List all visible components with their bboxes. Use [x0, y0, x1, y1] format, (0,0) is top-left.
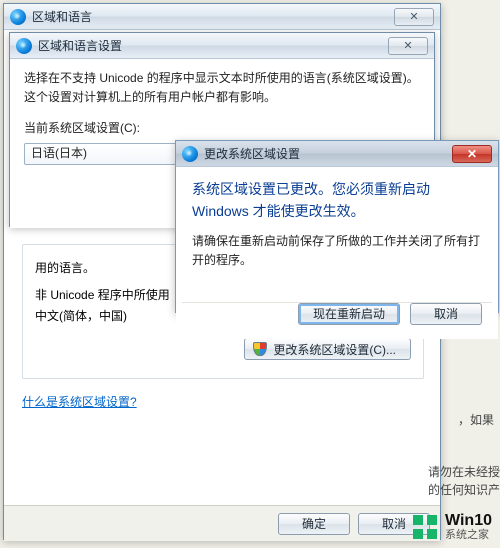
windows-tiles-icon — [413, 515, 437, 539]
globe-icon — [16, 38, 32, 54]
titlebar-settings[interactable]: 区域和语言设置 ✕ — [10, 33, 434, 59]
dialog-body-text: 请确保在重新启动前保存了所做的工作并关闭了所有打开的程序。 — [192, 232, 482, 269]
dialog-headline: 系统区域设置已更改。您必须重新启动 Windows 才能使更改生效。 — [192, 179, 482, 222]
change-system-locale-button[interactable]: 更改系统区域设置(C)... — [244, 338, 411, 360]
help-link-system-locale[interactable]: 什么是系统区域设置? — [22, 395, 137, 409]
globe-icon — [10, 9, 26, 25]
globe-icon — [182, 146, 198, 162]
titlebar-region-language[interactable]: 区域和语言 ✕ — [4, 4, 440, 30]
brand-name: Win10 — [445, 513, 492, 529]
background-text: ，如果 — [458, 411, 494, 428]
brand-sub: 系统之家 — [445, 529, 492, 542]
dialog-title: 更改系统区域设置 — [204, 145, 442, 162]
settings-title: 区域和语言设置 — [38, 37, 378, 54]
uac-shield-icon — [253, 342, 267, 356]
current-locale-label: 当前系统区域设置(C): — [24, 119, 420, 138]
dialog-client: 系统区域设置已更改。您必须重新启动 Windows 才能使更改生效。 请确保在重… — [176, 167, 498, 339]
ok-button[interactable]: 确定 — [278, 513, 350, 535]
watermark: Win10 系统之家 — [413, 513, 492, 542]
dialog-button-row: 现在重新启动 取消 — [176, 303, 498, 339]
close-button[interactable]: ✕ — [452, 145, 492, 163]
dialog-cancel-button[interactable]: 取消 — [410, 303, 482, 325]
close-button[interactable]: ✕ — [388, 37, 428, 55]
settings-description: 选择在不支持 Unicode 的程序中显示文本时所使用的语言(系统区域设置)。这… — [24, 69, 420, 107]
background-text: 请勿在未经授 — [428, 463, 500, 480]
change-system-locale-label: 更改系统区域设置(C)... — [273, 341, 396, 358]
dialog-change-locale: 更改系统区域设置 ✕ 系统区域设置已更改。您必须重新启动 Windows 才能使… — [175, 140, 499, 313]
titlebar-dialog[interactable]: 更改系统区域设置 ✕ — [176, 141, 498, 167]
non-unicode-label: 非 Unicode 程序中所使用 — [35, 288, 170, 302]
close-button[interactable]: ✕ — [394, 8, 434, 26]
background-text: 的任何知识产 — [428, 481, 500, 498]
restart-now-button[interactable]: 现在重新启动 — [298, 303, 400, 325]
window-title: 区域和语言 — [32, 8, 384, 25]
footer-buttons: 确定 取消 — [4, 505, 440, 541]
